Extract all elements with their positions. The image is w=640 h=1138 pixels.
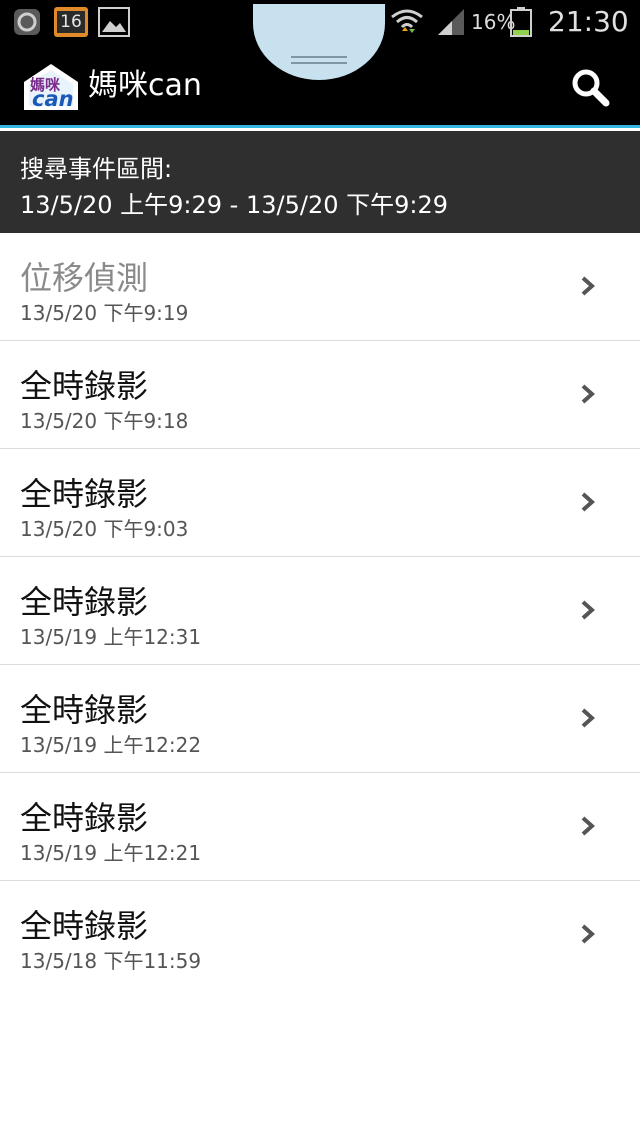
app-logo: 媽咪 can bbox=[22, 62, 80, 112]
messenger-icon bbox=[14, 9, 40, 35]
battery-percent: 16% bbox=[471, 10, 516, 34]
action-bar: 媽咪 can 媽咪can bbox=[0, 4, 640, 128]
gallery-icon bbox=[98, 7, 130, 37]
event-name: 全時錄影 bbox=[20, 907, 149, 945]
grip-line bbox=[291, 62, 347, 64]
action-bar-divider bbox=[0, 125, 640, 128]
wifi-icon bbox=[391, 9, 423, 33]
list-item[interactable]: 全時錄影 13/5/20 下午9:03 bbox=[0, 449, 640, 557]
event-time: 13/5/19 上午12:21 bbox=[20, 841, 202, 865]
search-range-header: 搜尋事件區間: 13/5/20 上午9:29 - 13/5/20 下午9:29 bbox=[0, 131, 640, 233]
event-time: 13/5/20 下午9:03 bbox=[20, 517, 189, 541]
signal-icon bbox=[438, 9, 464, 35]
list-item[interactable]: 位移偵測 13/5/20 下午9:19 bbox=[0, 233, 640, 341]
calendar-badge: 16 bbox=[57, 11, 85, 33]
event-name: 位移偵測 bbox=[20, 259, 149, 297]
event-name: 全時錄影 bbox=[20, 691, 149, 729]
logo-text-bottom: can bbox=[32, 87, 74, 111]
list-item[interactable]: 全時錄影 13/5/19 上午12:22 bbox=[0, 665, 640, 773]
event-name: 全時錄影 bbox=[20, 799, 149, 837]
battery-icon bbox=[510, 7, 532, 37]
search-icon bbox=[572, 69, 610, 107]
app-title: 媽咪can bbox=[88, 68, 202, 103]
calendar-icon: 16 bbox=[54, 7, 88, 37]
grip-line bbox=[291, 56, 347, 58]
chevron-right-icon bbox=[581, 924, 596, 944]
list-item[interactable]: 全時錄影 13/5/19 上午12:21 bbox=[0, 773, 640, 881]
event-time: 13/5/20 下午9:18 bbox=[20, 409, 189, 433]
chevron-right-icon bbox=[581, 708, 596, 728]
clock: 21:30 bbox=[548, 5, 629, 38]
list-item[interactable]: 全時錄影 13/5/18 下午11:59 bbox=[0, 881, 640, 988]
event-name: 全時錄影 bbox=[20, 475, 149, 513]
event-name: 全時錄影 bbox=[20, 583, 149, 621]
event-name: 全時錄影 bbox=[20, 367, 149, 405]
list-item[interactable]: 全時錄影 13/5/19 上午12:31 bbox=[0, 557, 640, 665]
chevron-right-icon bbox=[581, 276, 596, 296]
event-time: 13/5/18 下午11:59 bbox=[20, 949, 202, 973]
event-time: 13/5/19 上午12:31 bbox=[20, 625, 202, 649]
chevron-right-icon bbox=[581, 492, 596, 512]
event-list: 位移偵測 13/5/20 下午9:19 全時錄影 13/5/20 下午9:18 … bbox=[0, 233, 640, 988]
chevron-right-icon bbox=[581, 384, 596, 404]
range-value: 13/5/20 上午9:29 - 13/5/20 下午9:29 bbox=[20, 191, 449, 219]
event-time: 13/5/20 下午9:19 bbox=[20, 301, 189, 325]
search-button[interactable] bbox=[566, 64, 614, 112]
chevron-right-icon bbox=[581, 600, 596, 620]
event-time: 13/5/19 上午12:22 bbox=[20, 733, 202, 757]
chevron-right-icon bbox=[581, 816, 596, 836]
range-label: 搜尋事件區間: bbox=[20, 155, 173, 183]
pull-down-handle[interactable] bbox=[253, 4, 385, 80]
list-item[interactable]: 全時錄影 13/5/20 下午9:18 bbox=[0, 341, 640, 449]
